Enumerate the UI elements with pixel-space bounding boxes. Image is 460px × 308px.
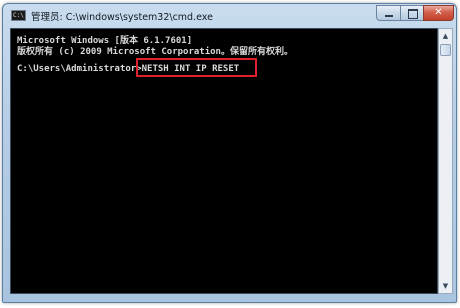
- minimize-icon: [385, 15, 393, 17]
- maximize-icon: [408, 9, 418, 19]
- window-title: 管理员: C:\windows\system32\cmd.exe: [31, 12, 213, 23]
- vertical-scrollbar[interactable]: ▲ ▼: [438, 28, 453, 294]
- title-bar[interactable]: C:\ 管理员: C:\windows\system32\cmd.exe ✕: [3, 4, 456, 28]
- cmd-window: C:\ 管理员: C:\windows\system32\cmd.exe ✕ M…: [2, 3, 457, 303]
- scroll-up-arrow-icon[interactable]: ▲: [439, 29, 452, 43]
- close-icon: ✕: [434, 7, 443, 18]
- close-button[interactable]: ✕: [423, 5, 454, 21]
- minimize-button[interactable]: [376, 5, 401, 21]
- scroll-down-arrow-icon[interactable]: ▼: [439, 279, 452, 293]
- window-bottom-border: [10, 294, 453, 300]
- maximize-button[interactable]: [400, 5, 424, 21]
- cmd-app-icon[interactable]: C:\: [11, 10, 26, 21]
- command-highlight-box: [136, 58, 257, 77]
- scrollbar-thumb[interactable]: [440, 44, 451, 56]
- console-line-copyright: 版权所有 (c) 2009 Microsoft Corporation。保留所有…: [17, 47, 293, 57]
- console-output[interactable]: Microsoft Windows [版本 6.1.7601] 版权所有 (c)…: [10, 28, 438, 294]
